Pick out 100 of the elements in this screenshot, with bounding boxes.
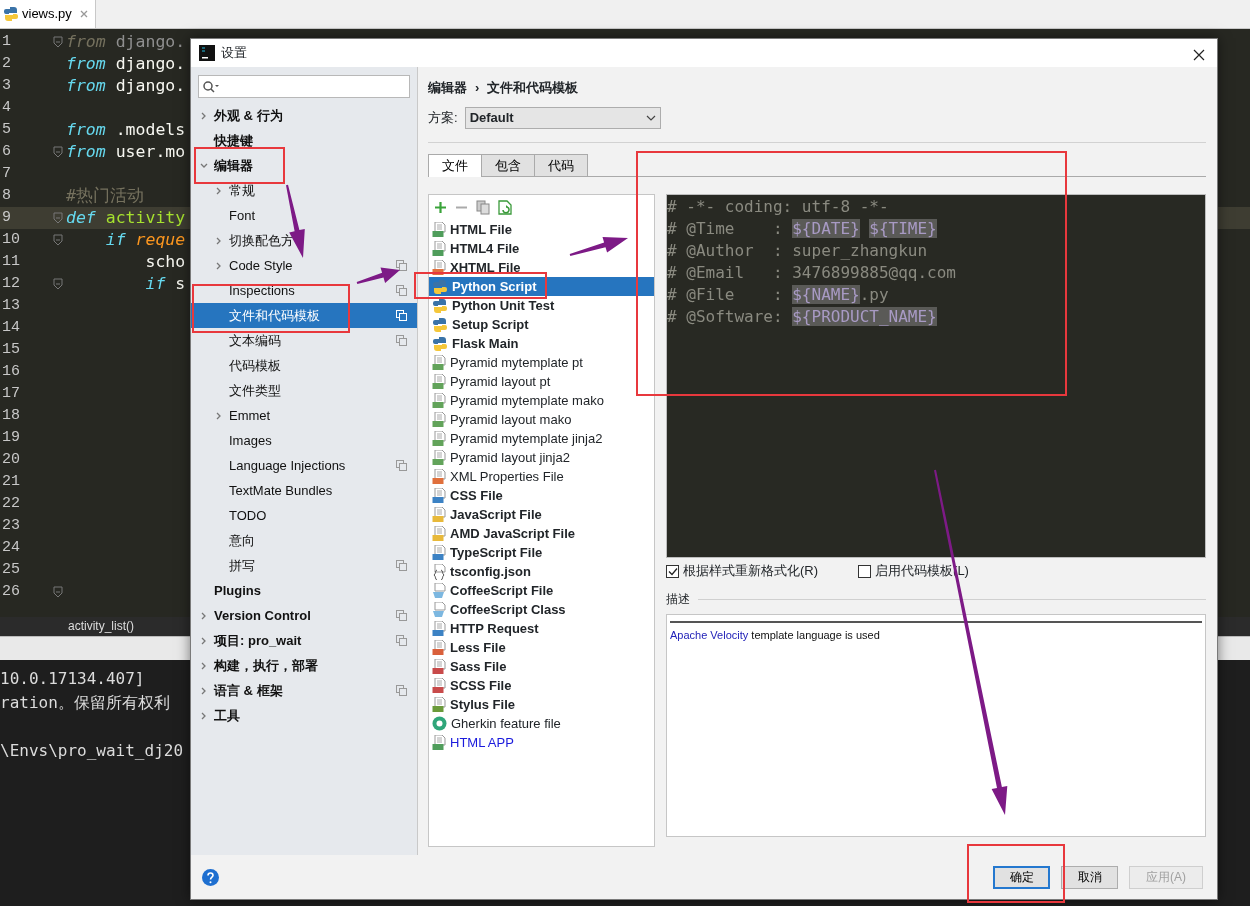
description-link[interactable]: Apache Velocity xyxy=(670,629,749,641)
search-field[interactable] xyxy=(198,75,410,98)
close-icon[interactable] xyxy=(78,9,89,19)
search-icon xyxy=(202,79,220,94)
collapsed-chevron-icon[interactable] xyxy=(200,711,208,720)
file-tab[interactable]: views.py xyxy=(0,0,96,28)
template-item[interactable]: AMD JavaScript File xyxy=(429,524,654,543)
template-item[interactable]: Flask Main xyxy=(429,334,654,353)
sidebar-item[interactable]: 拼写 xyxy=(191,553,417,578)
fold-icon[interactable] xyxy=(52,146,64,158)
sidebar-item[interactable]: 快捷键 xyxy=(191,128,417,153)
breadcrumb[interactable]: activity_list() xyxy=(68,619,134,633)
sidebar-item[interactable]: Emmet xyxy=(191,403,417,428)
sidebar-item[interactable]: Code Style xyxy=(191,253,417,278)
fold-icon[interactable] xyxy=(52,278,64,290)
template-item[interactable]: Sass File xyxy=(429,657,654,676)
fold-icon[interactable] xyxy=(52,36,64,48)
collapsed-chevron-icon[interactable] xyxy=(200,636,208,645)
sidebar-item[interactable]: 切换配色方 xyxy=(191,228,417,253)
template-item[interactable]: Pyramid mytemplate mako xyxy=(429,391,654,410)
breadcrumb-item: 文件和代码模板 xyxy=(487,79,579,98)
collapsed-chevron-icon[interactable] xyxy=(200,686,208,695)
code-line: # @Author : super_zhangkun xyxy=(667,241,928,260)
sidebar-item[interactable]: Images xyxy=(191,428,417,453)
scheme-dropdown[interactable]: Default xyxy=(464,107,661,129)
sidebar-item[interactable]: 意向 xyxy=(191,528,417,553)
template-item[interactable]: Pyramid layout jinja2 xyxy=(429,448,654,467)
dialog-button[interactable]: 取消 xyxy=(1061,865,1118,889)
template-item[interactable]: HTML APP xyxy=(429,733,654,752)
template-item[interactable]: Less File xyxy=(429,638,654,657)
sidebar-item[interactable]: Font xyxy=(191,203,417,228)
sidebar-item[interactable]: 语言 & 框架 xyxy=(191,678,417,703)
sidebar-item[interactable]: 代码模板 xyxy=(191,353,417,378)
window-title: 设置 xyxy=(221,44,248,63)
collapsed-chevron-icon[interactable] xyxy=(215,186,223,195)
collapsed-chevron-icon[interactable] xyxy=(200,661,208,670)
collapsed-chevron-icon[interactable] xyxy=(200,111,208,120)
line-number: 6 xyxy=(1,141,12,162)
template-item[interactable]: TypeScript File xyxy=(429,543,654,562)
template-item[interactable]: Setup Script xyxy=(429,315,654,334)
template-item[interactable]: JavaScript File xyxy=(429,505,654,524)
tab[interactable]: 代码 xyxy=(534,154,588,176)
caret-icon xyxy=(645,115,656,121)
collapsed-chevron-icon[interactable] xyxy=(215,236,223,245)
template-item[interactable]: Pyramid layout pt xyxy=(429,372,654,391)
sidebar-item[interactable]: Language Injections xyxy=(191,453,417,478)
template-item[interactable]: Stylus File xyxy=(429,695,654,714)
template-item[interactable]: Python Unit Test xyxy=(429,296,654,315)
tab[interactable]: 包含 xyxy=(481,154,535,176)
sidebar-item[interactable]: 外观 & 行为 xyxy=(191,103,417,128)
template-item[interactable]: tsconfig.json xyxy=(429,562,654,581)
sidebar-item[interactable]: 项目: pro_wait xyxy=(191,628,417,653)
sidebar-item[interactable]: 文件类型 xyxy=(191,378,417,403)
python-icon xyxy=(432,335,448,352)
annotation-arrow xyxy=(569,237,628,256)
template-item[interactable]: HTTP Request xyxy=(429,619,654,638)
sidebar-item[interactable]: Version Control xyxy=(191,603,417,628)
template-item[interactable]: HTML File xyxy=(429,220,654,239)
reset-icon[interactable] xyxy=(498,200,512,215)
collapsed-chevron-icon[interactable] xyxy=(200,611,208,620)
add-icon[interactable] xyxy=(434,201,447,214)
code-line: # @Time : ${DATE} ${TIME} xyxy=(667,219,937,238)
sidebar-item[interactable]: 编辑器 xyxy=(191,153,417,178)
checkbox-option[interactable]: 根据样式重新格式化(R) xyxy=(666,561,819,581)
template-item[interactable]: Python Script xyxy=(429,277,654,296)
template-item[interactable]: CSS File xyxy=(429,486,654,505)
collapsed-chevron-icon[interactable] xyxy=(215,411,223,420)
code-line: # @Software: ${PRODUCT_NAME} xyxy=(667,307,937,326)
template-item[interactable]: Pyramid layout mako xyxy=(429,410,654,429)
fold-icon[interactable] xyxy=(52,212,64,224)
template-item[interactable]: SCSS File xyxy=(429,676,654,695)
template-item[interactable]: XHTML File xyxy=(429,258,654,277)
collapsed-chevron-icon[interactable] xyxy=(215,261,223,270)
help-icon[interactable] xyxy=(202,868,219,886)
fold-icon[interactable] xyxy=(52,586,64,598)
code-editor[interactable]: # -*- coding: utf-8 -*- # @Time : ${DATE} ${TIME} # @Author : super_zhangkun # @Email : 3476899885@qq.com # @File : ${NAME}.py # @Software: ${PRODUCT_NAME} xyxy=(666,194,1206,558)
sidebar-item[interactable]: Inspections xyxy=(191,278,417,303)
sidebar-item[interactable]: 工具 xyxy=(191,703,417,728)
tab[interactable]: 文件 xyxy=(428,154,482,177)
fold-icon[interactable] xyxy=(52,234,64,246)
template-item[interactable]: Gherkin feature file xyxy=(429,714,654,733)
sidebar-item[interactable]: 文本编码 xyxy=(191,328,417,353)
sidebar-item[interactable]: Plugins xyxy=(191,578,417,603)
sidebar-item[interactable]: 构建，执行，部署 xyxy=(191,653,417,678)
sidebar-item[interactable]: TODO xyxy=(191,503,417,528)
template-item[interactable]: Pyramid mytemplate jinja2 xyxy=(429,429,654,448)
template-item[interactable]: CoffeeScript Class xyxy=(429,600,654,619)
copy-icon[interactable] xyxy=(476,200,490,215)
sidebar-item[interactable]: TextMate Bundles xyxy=(191,478,417,503)
template-item[interactable]: HTML4 File xyxy=(429,239,654,258)
sidebar-item[interactable]: 文件和代码模板 xyxy=(191,303,417,328)
code-line: if s xyxy=(144,274,186,293)
template-item[interactable]: CoffeeScript File xyxy=(429,581,654,600)
checkbox[interactable] xyxy=(858,564,872,578)
dialog-button[interactable]: 确定 xyxy=(993,865,1050,889)
sidebar-item[interactable]: 常规 xyxy=(191,178,417,203)
template-item[interactable]: XML Properties File xyxy=(429,467,654,486)
checkbox[interactable] xyxy=(666,564,679,578)
expanded-chevron-icon[interactable] xyxy=(200,161,208,170)
template-item[interactable]: Pyramid mytemplate pt xyxy=(429,353,654,372)
